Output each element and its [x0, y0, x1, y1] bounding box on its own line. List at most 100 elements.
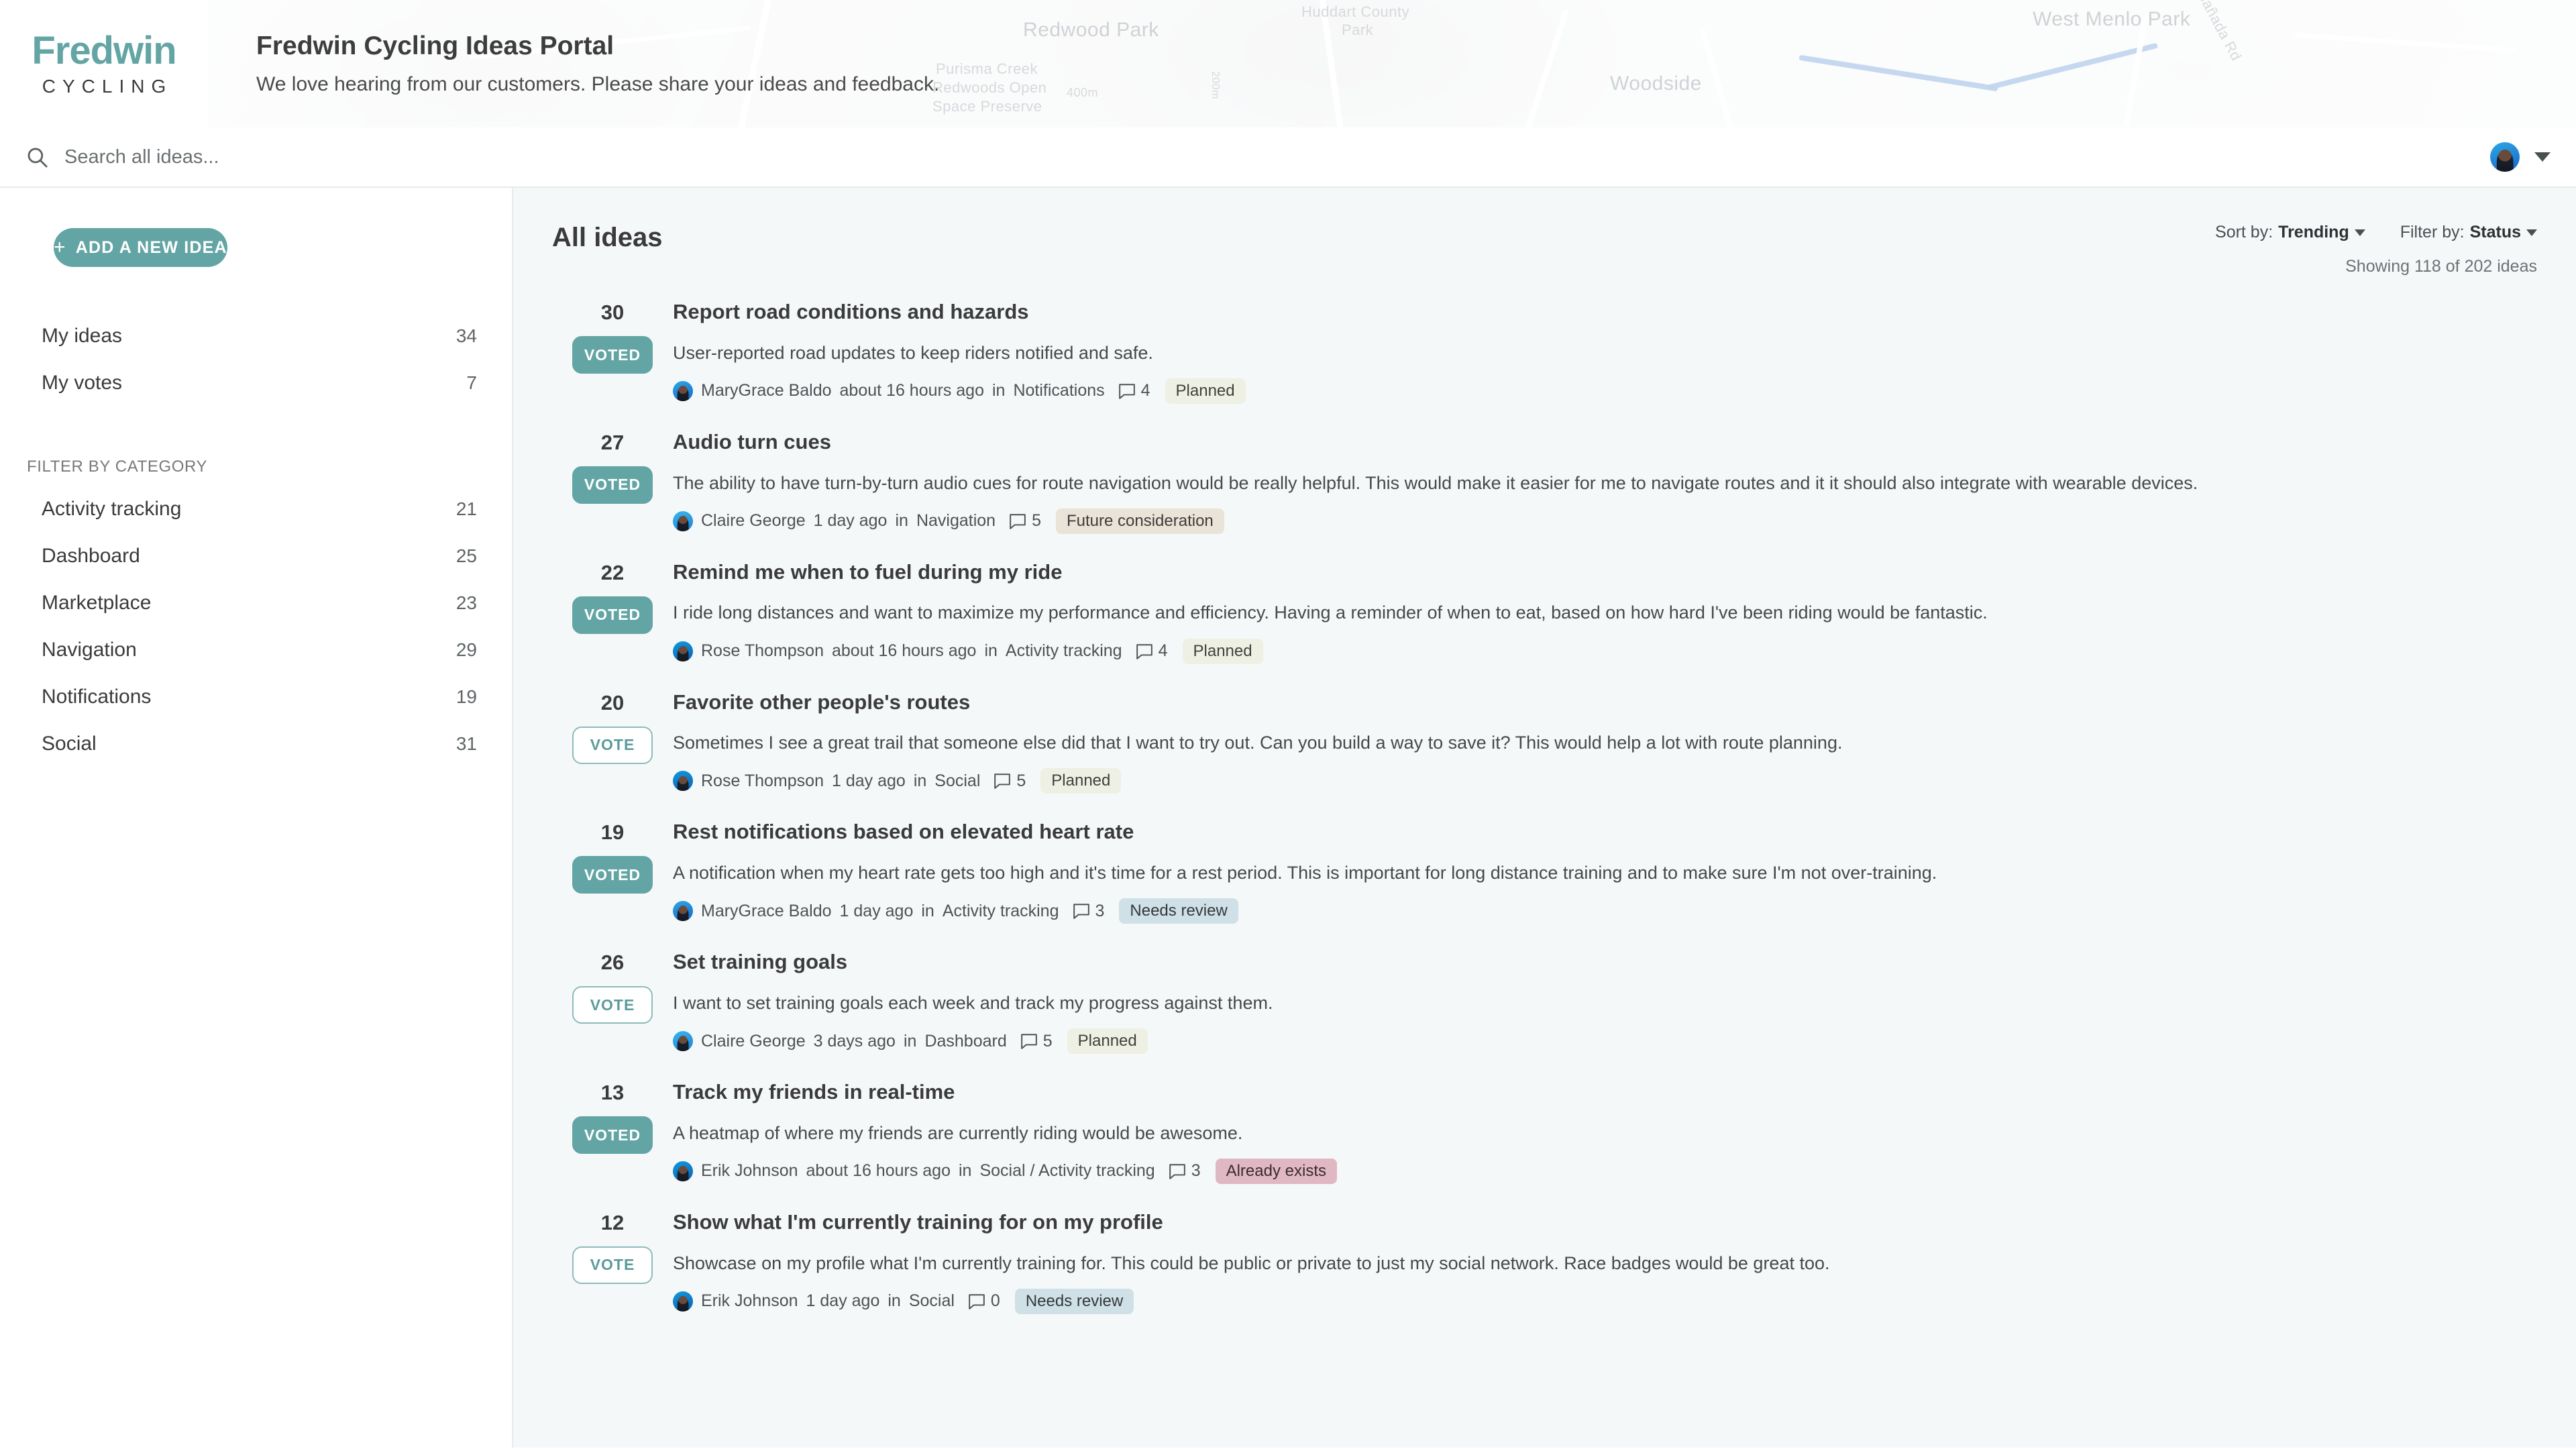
plus-icon: + [54, 236, 66, 258]
category-count: 29 [455, 639, 477, 660]
sidebar-item-label: My ideas [42, 325, 123, 347]
vote-button[interactable]: VOTE [572, 1246, 653, 1284]
in-word: in [895, 511, 908, 531]
map-label-canada-rd: Cañada Rd [2194, 0, 2245, 64]
vote-button[interactable]: VOTE [572, 986, 653, 1024]
vote-button[interactable]: VOTED [572, 466, 653, 504]
idea-body: Audio turn cues The ability to have turn-… [673, 429, 2537, 534]
filter-by-prefix: Filter by: [2400, 223, 2465, 241]
map-label-400m: 400m [1067, 86, 1099, 99]
idea-row: 26 VOTE Set training goals I want to set tr… [552, 941, 2537, 1071]
comment-count: 3 [1095, 901, 1105, 920]
timestamp: about 16 hours ago [831, 641, 977, 661]
vote-count: 19 [600, 820, 625, 845]
comment-group: 5 [994, 771, 1026, 791]
avatar[interactable] [2490, 142, 2520, 172]
author-name: MaryGrace Baldo [701, 381, 832, 400]
sidebar-item-my-ideas[interactable]: My ideas 34 [0, 313, 512, 360]
idea-title[interactable]: Show what I'm currently training for on … [673, 1210, 2537, 1236]
page-subtitle: We love hearing from our customers. Plea… [256, 73, 940, 96]
idea-title[interactable]: Track my friends in real-time [673, 1079, 2537, 1106]
ideas-list: 30 VOTED Report road conditions and hazard… [552, 291, 2537, 1332]
category-label: Dashboard [42, 545, 140, 567]
comment-count: 0 [990, 1291, 1000, 1311]
author-avatar [673, 380, 693, 401]
vote-column: 30 VOTED [552, 299, 673, 374]
user-menu[interactable] [2490, 142, 2551, 172]
vote-button[interactable]: VOTED [572, 596, 653, 634]
timestamp: about 16 hours ago [806, 1161, 951, 1181]
sidebar-item-activity-tracking[interactable]: Activity tracking 21 [0, 486, 512, 533]
vote-button[interactable]: VOTE [572, 726, 653, 764]
idea-meta: MaryGrace Baldo about 16 hours ago in Notif… [673, 378, 2537, 404]
sidebar-item-marketplace[interactable]: Marketplace 23 [0, 580, 512, 627]
sidebar-item-navigation[interactable]: Navigation 29 [0, 627, 512, 674]
comment-group: 4 [1136, 641, 1168, 661]
idea-row: 30 VOTED Report road conditions and hazard… [552, 291, 2537, 421]
idea-category: Social [934, 771, 981, 790]
in-word: in [913, 771, 927, 790]
in-word: in [903, 1031, 917, 1051]
idea-title[interactable]: Set training goals [673, 949, 2537, 975]
add-new-idea-label: ADD A NEW IDEA [75, 237, 227, 257]
idea-title[interactable]: Rest notifications based on elevated hea… [673, 819, 2537, 845]
idea-title[interactable]: Report road conditions and hazards [673, 299, 2537, 325]
idea-title[interactable]: Favorite other people's routes [673, 690, 2537, 716]
sidebar-item-my-votes[interactable]: My votes 7 [0, 360, 512, 407]
idea-title[interactable]: Audio turn cues [673, 429, 2537, 455]
comment-count: 5 [1042, 1031, 1053, 1051]
sidebar-item-count: 7 [466, 372, 477, 393]
idea-title[interactable]: Remind me when to fuel during my ride [673, 559, 2537, 586]
author-avatar [673, 771, 693, 792]
vote-button[interactable]: VOTED [572, 1116, 653, 1155]
page-header: Redwood Park Huddart County Park Woodsid… [0, 0, 2576, 127]
idea-meta: Erik Johnson 1 day ago in Social 0 Needs revi… [673, 1288, 2537, 1314]
comment-icon [1009, 513, 1026, 529]
vote-count: 12 [600, 1210, 625, 1234]
filter-by-category-heading: FILTER BY CATEGORY [27, 458, 208, 476]
idea-description: I ride long distances and want to maximi… [673, 602, 1988, 623]
vote-column: 13 VOTED [552, 1079, 673, 1155]
chevron-down-icon [2354, 229, 2365, 236]
comment-icon [1020, 1033, 1038, 1049]
in-word: in [992, 381, 1006, 400]
search-input[interactable] [64, 127, 2490, 186]
idea-category: Dashboard [924, 1031, 1007, 1051]
filter-by-dropdown[interactable]: Filter by: Status [2400, 223, 2537, 242]
in-word: in [959, 1161, 972, 1181]
sidebar-item-social[interactable]: Social 31 [0, 720, 512, 767]
sort-by-dropdown[interactable]: Sort by: Trending [2215, 223, 2365, 242]
vote-button[interactable]: VOTED [572, 856, 653, 894]
idea-category: Notifications [1013, 381, 1105, 400]
vote-column: 27 VOTED [552, 429, 673, 504]
idea-meta: Claire George 1 day ago in Navigation 5 Futur… [673, 508, 2537, 534]
author-name: MaryGrace Baldo [701, 901, 832, 920]
category-count: 21 [455, 498, 477, 519]
sidebar-nav: My ideas 34 My votes 7 [0, 313, 512, 407]
add-new-idea-button[interactable]: + ADD A NEW IDEA [54, 228, 227, 267]
timestamp: 1 day ago [806, 1291, 880, 1311]
author-avatar [673, 1161, 693, 1181]
author-avatar [673, 511, 693, 531]
author-name: Rose Thompson [701, 771, 824, 790]
idea-description: Showcase on my profile what I'm currentl… [673, 1252, 1830, 1273]
idea-body: Track my friends in real-time A heatmap o… [673, 1079, 2537, 1184]
idea-category: Social [908, 1291, 955, 1311]
map-label-redwoods-open: Redwoods Open [932, 79, 1047, 96]
idea-body: Rest notifications based on elevated hea… [673, 819, 2537, 924]
timestamp: 1 day ago [839, 901, 914, 920]
sidebar-item-notifications[interactable]: Notifications 19 [0, 674, 512, 720]
vote-button[interactable]: VOTED [572, 336, 653, 374]
in-word: in [984, 641, 998, 661]
category-count: 23 [455, 592, 477, 613]
chevron-down-icon[interactable] [2534, 152, 2551, 162]
idea-body: Show what I'm currently training for on … [673, 1210, 2537, 1314]
sidebar-item-dashboard[interactable]: Dashboard 25 [0, 533, 512, 580]
in-word: in [921, 901, 934, 920]
main-content: All ideas Sort by: Trending Filter by: S… [513, 188, 2576, 1448]
category-label: Activity tracking [42, 498, 182, 520]
idea-meta: Claire George 3 days ago in Dashboard 5 Plann… [673, 1028, 2537, 1055]
author-name: Rose Thompson [701, 641, 824, 661]
brand-logo[interactable]: Fredwin CYCLING [0, 0, 208, 127]
status-badge: Planned [1165, 378, 1246, 404]
